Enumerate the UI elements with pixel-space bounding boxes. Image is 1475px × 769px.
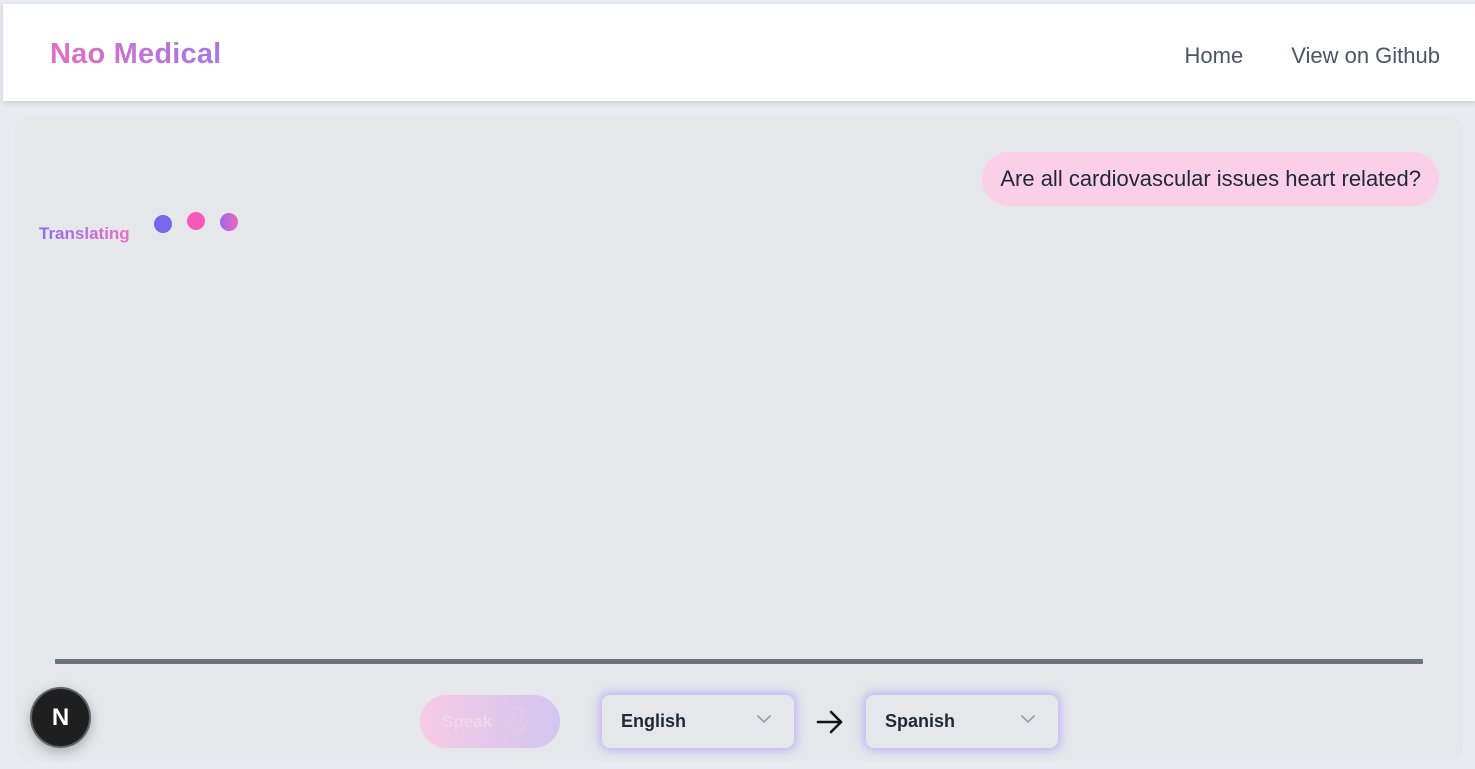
brand-logo-text[interactable]: Nao Medical [50, 38, 221, 71]
translating-status: Translating [39, 224, 130, 243]
speak-label: Speak [442, 711, 493, 731]
nav-link-github[interactable]: View on Github [1291, 43, 1440, 69]
target-language-select[interactable]: Spanish [866, 695, 1058, 748]
top-navbar: Nao Medical Home View on Github [3, 4, 1475, 101]
loading-dot-1 [154, 215, 172, 233]
chevron-down-icon [756, 714, 772, 724]
user-message-bubble: Are all cardiovascular issues heart rela… [982, 152, 1439, 206]
target-language-value: Spanish [885, 711, 956, 731]
source-language-value: English [621, 711, 687, 731]
chevron-down-icon [1020, 714, 1036, 724]
arrow-right-icon [816, 709, 844, 735]
loading-dot-3 [220, 213, 238, 231]
nav-link-home[interactable]: Home [1185, 43, 1244, 69]
microphone-icon [504, 705, 530, 739]
loading-dot-2 [187, 212, 205, 230]
chat-panel: Are all cardiovascular issues heart rela… [15, 116, 1463, 761]
nav-links: Home View on Github [1185, 43, 1441, 69]
chat-divider [55, 659, 1423, 664]
source-language-select[interactable]: English [602, 695, 794, 748]
speak-button[interactable]: Speak [420, 695, 560, 748]
nextjs-dev-badge[interactable]: N [32, 689, 89, 746]
